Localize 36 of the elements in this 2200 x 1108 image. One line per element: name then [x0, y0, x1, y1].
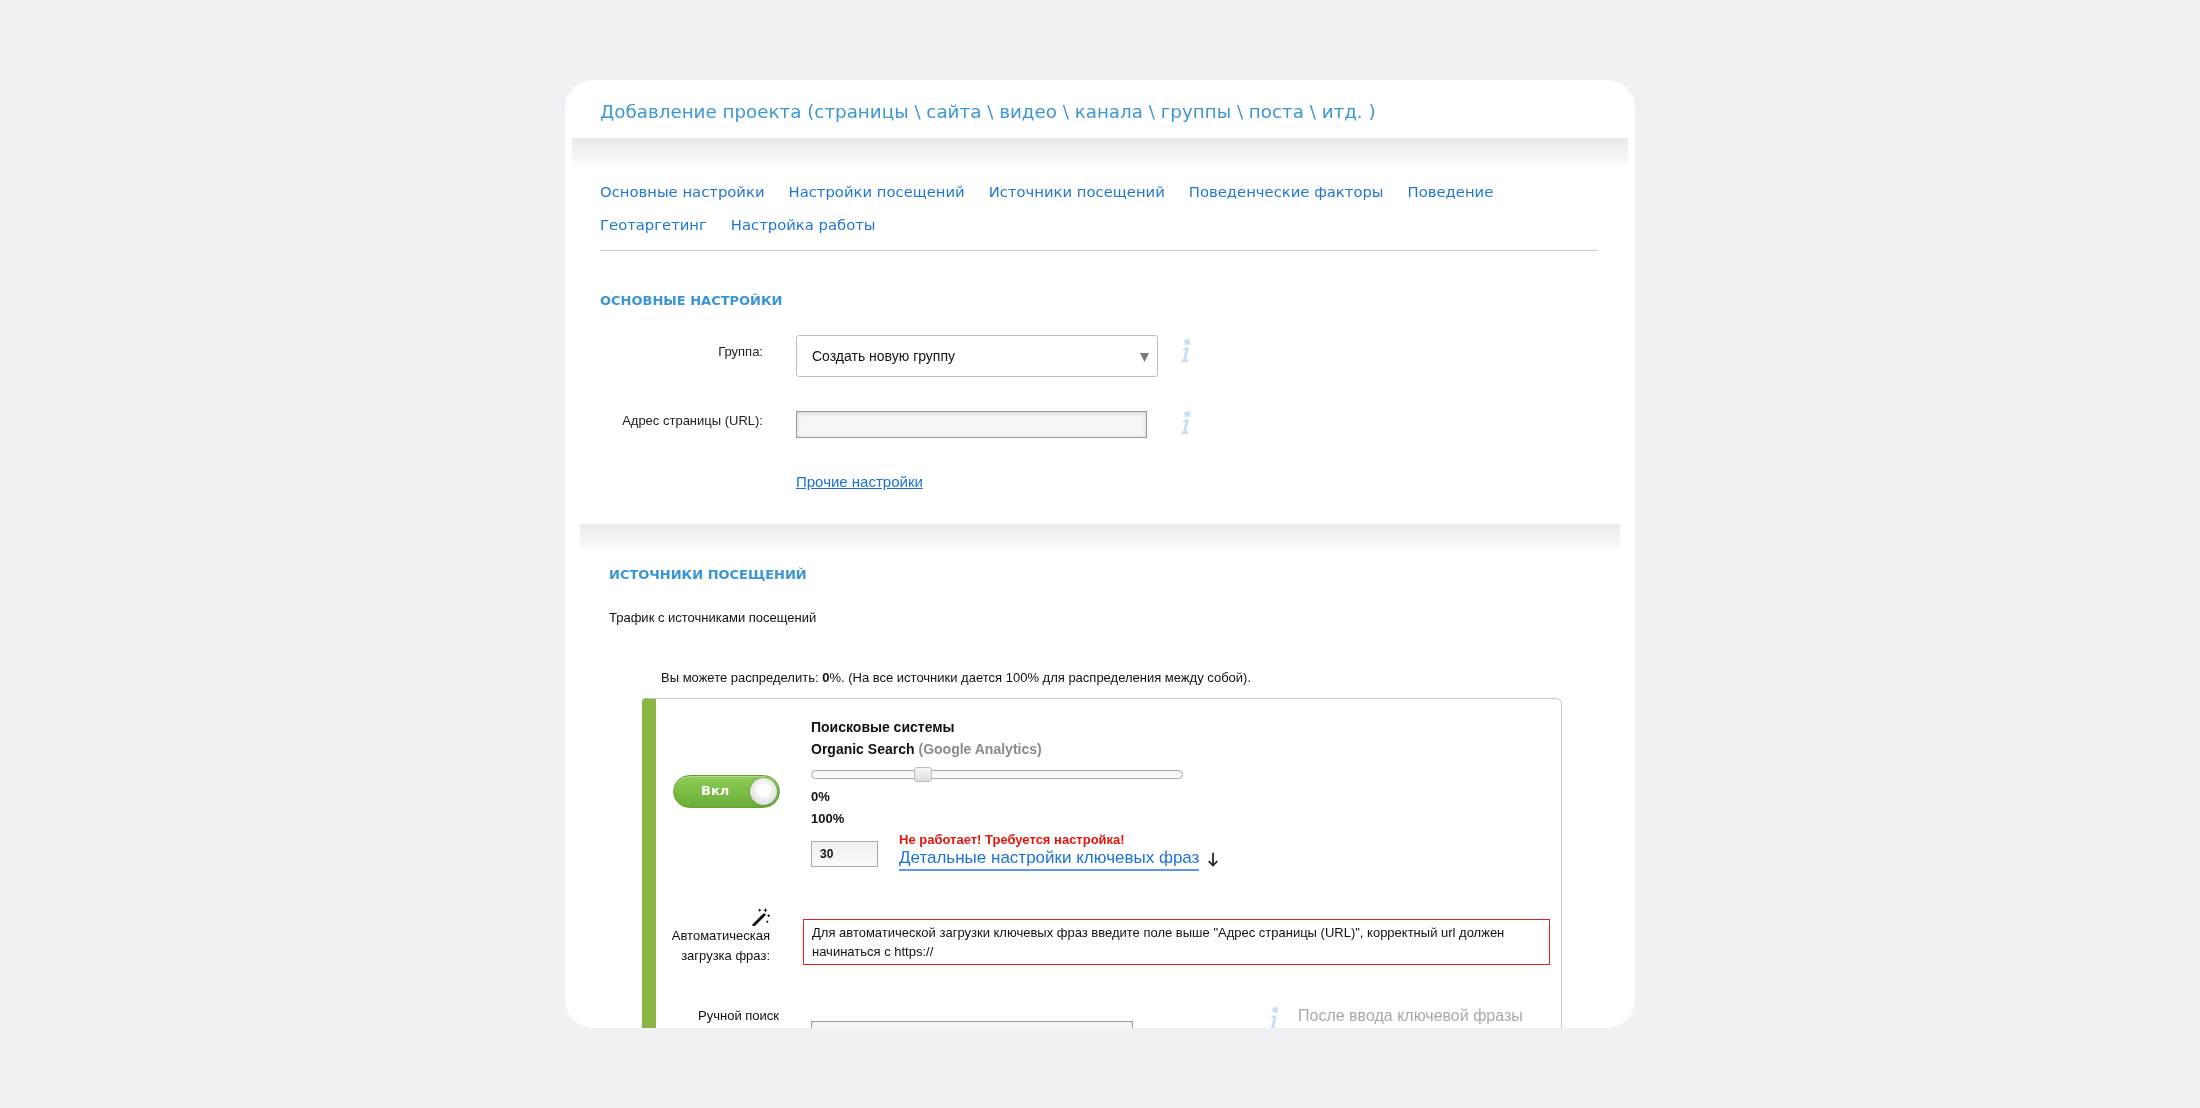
more-settings-link[interactable]: Прочие настройки	[796, 473, 923, 491]
source-name: Organic Search	[811, 740, 915, 758]
distribution-note: Вы можете распределить: 0%. (На все источники дается 100% для распределения между собой).	[661, 670, 1251, 686]
source-title: Поисковые системы	[811, 718, 955, 736]
nav-link[interactable]: Настройка работы	[730, 208, 876, 241]
slider-track[interactable]	[811, 770, 1183, 779]
nav-link[interactable]: Геотаргетинг	[600, 208, 707, 241]
slider-thumb[interactable]	[914, 767, 932, 782]
notice-message: Для автоматической загрузки ключевых фраз введите поле выше "Адрес страницы (URL)", корректный url должен начинаться с https://	[803, 918, 1550, 965]
nav-link[interactable]: Поведение	[1407, 175, 1494, 208]
field-label: Адрес страницы (URL):	[622, 412, 763, 429]
info-icon[interactable]	[1179, 411, 1191, 435]
nav-link[interactable]: Основные настройки	[600, 175, 765, 208]
hint-text: После ввода ключевой фразы	[1298, 1007, 1523, 1025]
slider-min-label: 0%	[811, 789, 830, 805]
section-heading: ОСНОВНЫЕ НАСТРОЙКИ	[600, 292, 783, 310]
page-title: Добавление проекта (страницы \ сайта \ видео \ канала \ группы \ поста \ итд. )	[600, 100, 1376, 124]
warning-text: Не работает! Требуется настройка!	[899, 832, 1125, 848]
caret-icon	[1140, 350, 1149, 362]
info-icon[interactable]	[1179, 339, 1191, 363]
source-note: (Google Analytics)	[918, 740, 1042, 758]
nav-link[interactable]: Настройки посещений	[788, 175, 965, 208]
section-subtitle: Трафик с источниками посещений	[609, 610, 817, 626]
nav-link[interactable]: Поведенческие факторы	[1188, 175, 1384, 208]
auto-load-label: Автоматическая загрузка фраз:	[670, 927, 770, 965]
dropdown-field[interactable]: Создать новую группу	[796, 335, 1158, 377]
magic-wand-icon	[752, 908, 770, 926]
field-label: Группа:	[718, 343, 763, 360]
arrow-down-icon	[1207, 851, 1220, 868]
nav-link[interactable]: Источники посещений	[988, 175, 1165, 208]
manual-search-label: Ручной поиск	[698, 1007, 779, 1024]
section-heading: ИСТОЧНИКИ ПОСЕЩЕНИЙ	[609, 566, 807, 584]
details-link[interactable]: Детальные настройки ключевых фраз	[899, 848, 1200, 871]
slider-max-label: 100%	[811, 811, 845, 827]
count-field[interactable]: 30	[811, 841, 878, 867]
text-input-field[interactable]	[796, 411, 1147, 438]
